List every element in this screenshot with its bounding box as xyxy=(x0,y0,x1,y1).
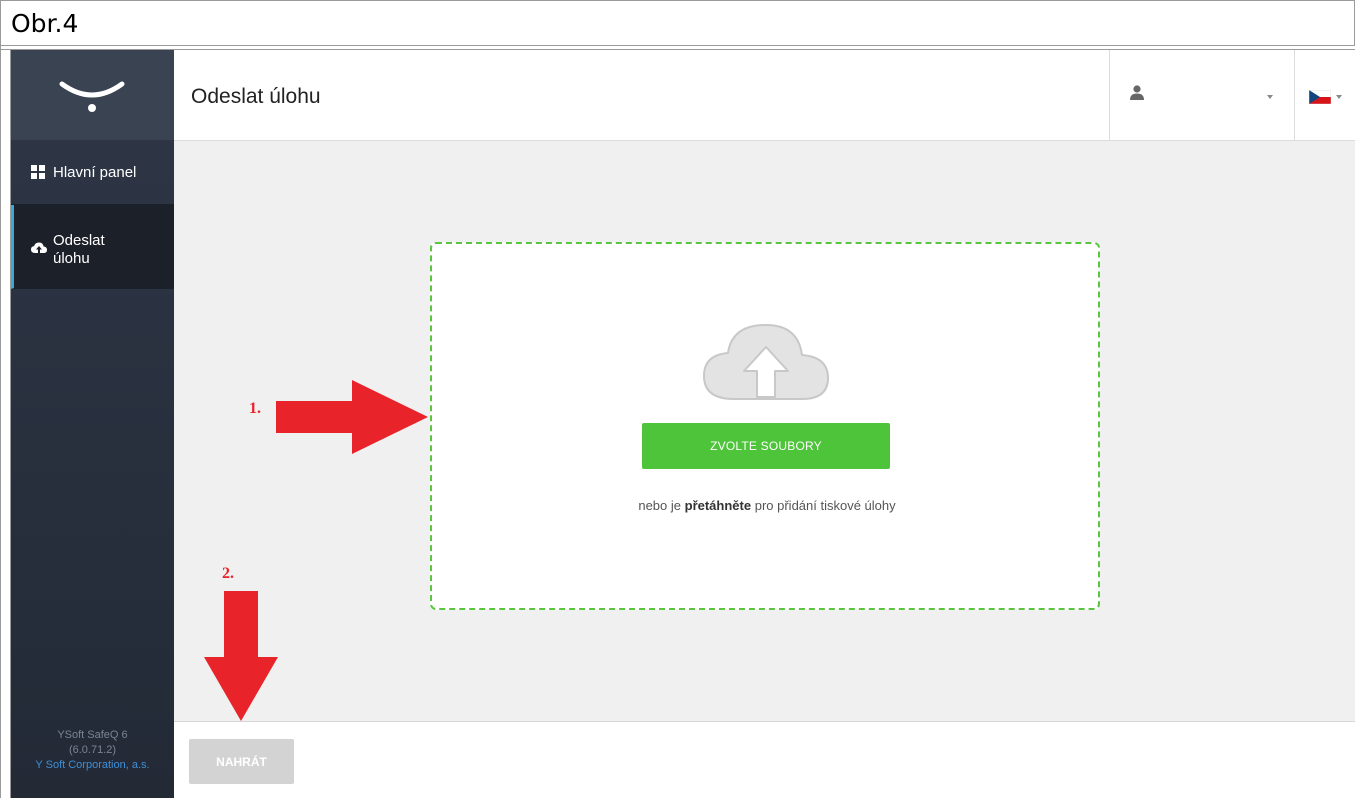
frame-border xyxy=(0,45,1,798)
file-dropzone[interactable]: ZVOLTE SOUBORY nebo je přetáhněte pro př… xyxy=(430,242,1100,610)
drop-hint-suffix: pro přidání tiskové úlohy xyxy=(754,498,896,513)
upload-button[interactable]: NAHRÁT xyxy=(189,739,294,784)
sidebar-footer: YSoft SafeQ 6 (6.0.71.2) Y Soft Corporat… xyxy=(11,728,174,773)
figure-caption: Obr.4 xyxy=(11,9,79,38)
drop-hint-prefix: nebo je xyxy=(638,498,681,513)
drop-hint-bold: přetáhněte xyxy=(684,498,752,513)
user-icon xyxy=(1130,85,1144,100)
page-title: Odeslat úlohu xyxy=(191,85,321,108)
arrow-right-icon xyxy=(276,380,428,454)
czech-flag-icon xyxy=(1309,90,1331,104)
cloud-upload-icon xyxy=(31,242,47,255)
sidebar-item-send-job[interactable]: Odeslat úlohu xyxy=(11,205,174,289)
sidebar: Hlavní panel Odeslat úlohu YSoft SafeQ 6… xyxy=(11,50,174,798)
step-2-label: 2. xyxy=(222,565,234,582)
company-link[interactable]: Y Soft Corporation, a.s. xyxy=(11,758,174,773)
sidebar-item-label: Odeslat úlohu xyxy=(53,232,105,267)
drop-hint: nebo je přetáhněte pro přidání tiskové ú… xyxy=(637,496,897,516)
header: Odeslat úlohu xyxy=(174,50,1355,141)
logo-area[interactable] xyxy=(11,50,174,140)
sidebar-item-label: Hlavní panel xyxy=(53,164,137,181)
caption-divider xyxy=(0,45,1355,46)
product-version: (6.0.71.2) xyxy=(68,744,117,756)
grid-icon xyxy=(31,165,45,179)
cloud-upload-icon xyxy=(702,323,830,400)
user-menu[interactable] xyxy=(1109,50,1295,140)
figure-caption-bar: Obr.4 xyxy=(0,0,1355,45)
chevron-down-icon xyxy=(1267,95,1273,99)
step-1-label: 1. xyxy=(249,400,261,417)
product-name: YSoft SafeQ 6 xyxy=(57,729,128,741)
chevron-down-icon xyxy=(1336,95,1342,99)
language-menu[interactable] xyxy=(1294,50,1355,140)
safeq-logo-icon xyxy=(59,81,125,112)
sidebar-item-dashboard[interactable]: Hlavní panel xyxy=(11,140,174,205)
arrow-down-icon xyxy=(204,591,278,721)
choose-files-button[interactable]: ZVOLTE SOUBORY xyxy=(642,423,890,469)
footer-bar: NAHRÁT xyxy=(174,721,1355,799)
